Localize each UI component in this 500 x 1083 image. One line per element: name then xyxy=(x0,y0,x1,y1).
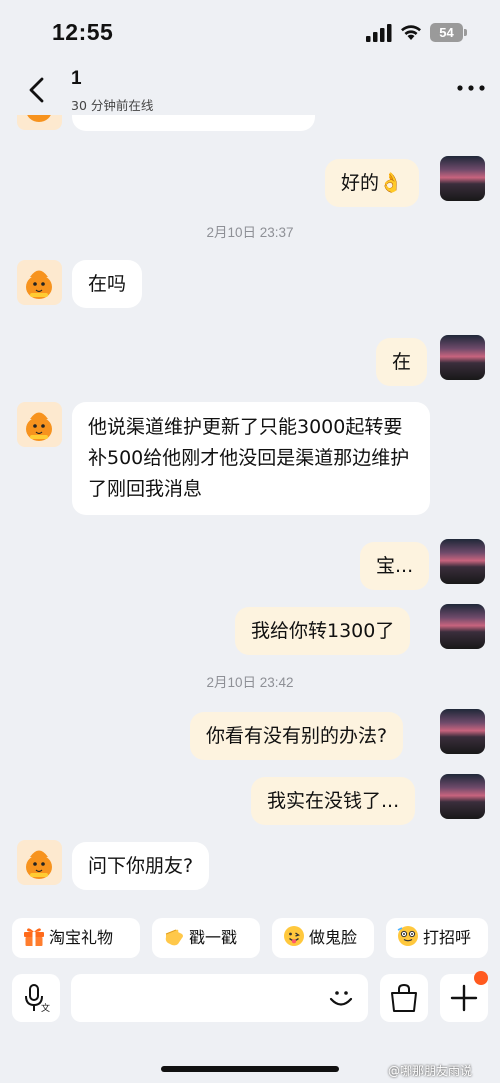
svg-text:文: 文 xyxy=(41,1002,50,1014)
my-avatar[interactable] xyxy=(440,709,485,754)
quick-action-label: 打招呼 xyxy=(423,928,472,947)
my-message-bubble[interactable]: 你看有没有别的办法? xyxy=(190,712,404,760)
chat-messages: 好的👌 2月10日 23:37 在吗 在 他说渠道维护更新了只能3000起转要补… xyxy=(0,115,500,910)
mascot-icon xyxy=(26,850,52,879)
emoji-icon[interactable] xyxy=(325,982,357,1014)
battery-icon: 54 xyxy=(430,23,463,42)
partial-message-bubble xyxy=(72,115,315,131)
contact-message-bubble[interactable]: 问下你朋友? xyxy=(72,842,210,890)
contact-avatar[interactable] xyxy=(17,260,62,305)
message-text: 宝... xyxy=(376,555,414,577)
contact-message-bubble[interactable]: 他说渠道维护更新了只能3000起转要补500给他刚才他没回是渠道那边维护了刚回我… xyxy=(72,402,430,515)
my-message-bubble[interactable]: 在 xyxy=(376,338,428,386)
my-message-bubble[interactable]: 我给你转1300了 xyxy=(235,607,411,655)
message-text: 我给你转1300了 xyxy=(251,620,395,642)
message-text: 我实在没钱了... xyxy=(267,790,400,812)
quick-action-greeting[interactable]: 打招呼 xyxy=(386,918,488,958)
gift-icon xyxy=(24,928,44,946)
poke-hand-icon xyxy=(165,929,183,946)
quick-actions-bar: 淘宝礼物 戳一戳 做鬼脸 打招呼 xyxy=(0,918,500,962)
silly-face-icon xyxy=(284,926,304,946)
message-text: 在 xyxy=(392,351,412,373)
my-avatar[interactable] xyxy=(440,335,485,380)
my-message-bubble[interactable]: 好的👌 xyxy=(325,159,419,207)
status-bar: 12:55 54 xyxy=(0,0,500,60)
greeting-face-icon xyxy=(397,926,418,946)
microphone-icon: 文 xyxy=(25,984,50,1014)
status-time: 12:55 xyxy=(52,19,114,45)
my-avatar[interactable] xyxy=(440,774,485,819)
home-indicator[interactable] xyxy=(161,1066,339,1072)
voice-to-text-button[interactable]: 文 xyxy=(12,974,60,1022)
quick-action-poke[interactable]: 戳一戳 xyxy=(152,918,260,958)
quick-action-label: 戳一戳 xyxy=(189,928,238,947)
cellular-signal-icon xyxy=(366,24,392,42)
my-message-bubble[interactable]: 我实在没钱了... xyxy=(251,777,416,825)
my-avatar[interactable] xyxy=(440,539,485,584)
contact-avatar[interactable] xyxy=(17,402,62,447)
message-text: 你看有没有别的办法? xyxy=(206,725,388,747)
message-text: 好的👌 xyxy=(341,172,403,194)
message-text: 他说渠道维护更新了只能3000起转要补500给他刚才他没回是渠道那边维护了刚回我… xyxy=(88,416,410,500)
message-timestamp: 2月10日 23:37 xyxy=(206,225,294,240)
contact-name[interactable]: 1 xyxy=(71,68,82,90)
mascot-icon xyxy=(26,270,52,299)
battery-level: 54 xyxy=(439,25,454,40)
quick-action-label: 淘宝礼物 xyxy=(49,928,114,947)
my-avatar[interactable] xyxy=(440,604,485,649)
message-input[interactable] xyxy=(71,974,368,1022)
message-input-bar: 文 xyxy=(0,971,500,1024)
watermark: @哪那朋友雨说 xyxy=(388,1064,473,1078)
notification-dot xyxy=(474,971,488,985)
chat-header: 1 30 分钟前在线 xyxy=(0,60,500,122)
more-options-icon[interactable] xyxy=(454,78,488,98)
contact-message-bubble[interactable]: 在吗 xyxy=(72,260,143,308)
mascot-icon xyxy=(27,115,51,122)
wifi-icon xyxy=(401,25,421,40)
contact-avatar[interactable] xyxy=(17,115,62,130)
back-arrow-icon[interactable] xyxy=(22,74,54,106)
message-text: 在吗 xyxy=(88,273,127,295)
message-text: 问下你朋友? xyxy=(88,855,194,877)
message-timestamp: 2月10日 23:42 xyxy=(206,675,294,690)
shopping-bag-icon xyxy=(391,983,417,1012)
my-avatar[interactable] xyxy=(440,156,485,201)
quick-action-silly-face[interactable]: 做鬼脸 xyxy=(272,918,374,958)
quick-action-label: 做鬼脸 xyxy=(309,928,358,947)
quick-action-gift[interactable]: 淘宝礼物 xyxy=(12,918,140,958)
contact-avatar[interactable] xyxy=(17,840,62,885)
contact-online-status: 30 分钟前在线 xyxy=(71,98,154,113)
my-message-bubble[interactable]: 宝... xyxy=(360,542,430,590)
battery-cap xyxy=(464,29,467,36)
shopping-bag-button[interactable] xyxy=(380,974,428,1022)
mascot-icon xyxy=(26,412,52,441)
